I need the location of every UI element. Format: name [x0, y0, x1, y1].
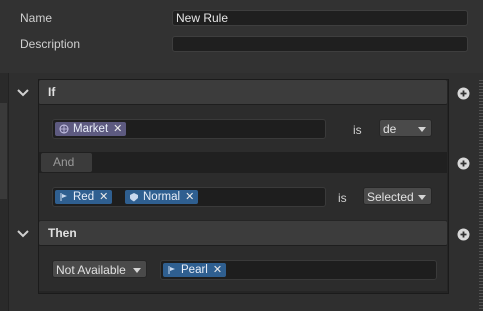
condition-row-2: Red ✕ Normal ✕ is Selected: [39, 173, 447, 220]
properties-panel: Name New Rule Description: [0, 0, 483, 73]
remove-tag-icon[interactable]: ✕: [213, 263, 222, 277]
condition-1-tag-field[interactable]: Market ✕: [52, 119, 326, 139]
remove-tag-icon[interactable]: ✕: [185, 190, 194, 204]
tag-label: Normal: [143, 191, 181, 203]
normal-tag[interactable]: Normal ✕: [125, 190, 199, 204]
then-section-header[interactable]: Then: [39, 221, 447, 246]
caret-down-icon: [418, 195, 426, 200]
caret-down-icon: [133, 268, 141, 273]
right-edge-handle[interactable]: [479, 80, 483, 311]
value-dropdown[interactable]: de: [379, 119, 432, 137]
and-bar: And: [39, 152, 447, 173]
action-dropdown[interactable]: Not Available: [52, 260, 147, 278]
operator-label: is: [338, 191, 347, 205]
condition-2-tag-field[interactable]: Red ✕ Normal ✕: [52, 187, 326, 207]
then-header-label: Then: [48, 226, 77, 240]
name-field[interactable]: New Rule: [172, 10, 468, 26]
if-header-label: If: [48, 85, 56, 99]
dropdown-value: Not Available: [56, 263, 126, 277]
and-button[interactable]: And: [41, 153, 92, 172]
remove-tag-icon[interactable]: ✕: [99, 190, 108, 204]
chevron-down-icon[interactable]: [16, 227, 30, 241]
rule-editor: Name New Rule Description If Market ✕ is: [0, 0, 483, 311]
left-scrollbar-thumb[interactable]: [0, 103, 7, 199]
left-scrollbar[interactable]: [0, 73, 9, 311]
dropdown-value: Selected: [367, 190, 414, 204]
shield-icon: [130, 193, 138, 202]
if-section-header[interactable]: If: [39, 80, 447, 105]
add-action-icon[interactable]: [457, 228, 470, 241]
tag-label: Market: [73, 123, 109, 135]
tag-label: Red: [73, 191, 95, 203]
add-condition-icon[interactable]: [457, 87, 470, 100]
condition-row-1: Market ✕ is de: [39, 105, 447, 152]
tag-label: Pearl: [181, 264, 208, 276]
chevron-down-icon[interactable]: [16, 86, 30, 100]
name-label: Name: [20, 11, 53, 25]
action-tag-field[interactable]: Pearl ✕: [160, 260, 437, 280]
flag-icon: [60, 193, 67, 201]
description-field[interactable]: [172, 36, 468, 52]
market-tag[interactable]: Market ✕: [55, 122, 127, 136]
add-condition-icon[interactable]: [457, 157, 470, 170]
operator-label: is: [353, 123, 362, 137]
globe-icon: [59, 124, 69, 134]
red-tag[interactable]: Red ✕: [55, 190, 113, 204]
flag-icon: [168, 266, 175, 274]
value-dropdown[interactable]: Selected: [363, 187, 432, 205]
pearl-tag[interactable]: Pearl ✕: [163, 263, 227, 277]
caret-down-icon: [418, 127, 426, 132]
remove-tag-icon[interactable]: ✕: [113, 122, 122, 136]
description-label: Description: [20, 37, 81, 51]
dropdown-value: de: [383, 122, 397, 136]
action-row: Not Available Pearl ✕: [39, 246, 447, 291]
